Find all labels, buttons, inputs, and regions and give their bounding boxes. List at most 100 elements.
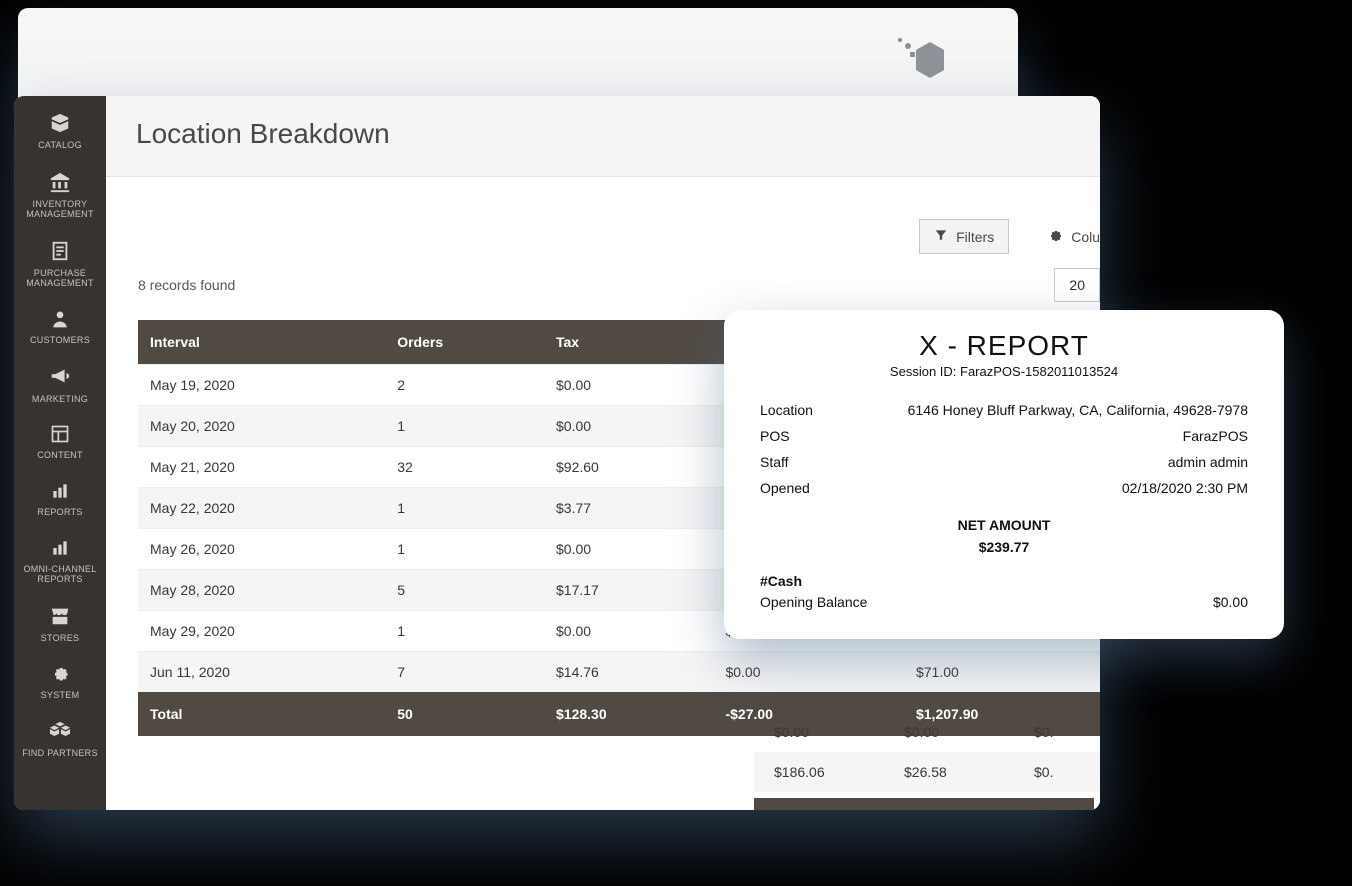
sidebar-item-find-partners[interactable]: FIND PARTNERS — [14, 712, 106, 769]
cell-value: $0.00 — [544, 406, 713, 447]
cell-value: 1 — [385, 406, 544, 447]
session-prefix: Session ID: — [890, 364, 960, 379]
cell-value: May 22, 2020 — [138, 488, 385, 529]
cell-value: $71.00 — [904, 652, 1100, 693]
receipt-value: FarazPOS — [1183, 428, 1248, 444]
cell-value: 1 — [385, 488, 544, 529]
col-tax[interactable]: Tax — [544, 320, 713, 365]
cell-value: $0.00 — [544, 365, 713, 406]
receipt-row: Location 6146 Honey Bluff Parkway, CA, Ca… — [760, 397, 1248, 423]
cash-section-label: #Cash — [760, 573, 1248, 589]
cell-value: $3.77 — [544, 488, 713, 529]
cell-value: $0. — [1014, 764, 1094, 780]
receipt-key: Staff — [760, 454, 789, 470]
filters-label: Filters — [956, 229, 994, 245]
cell-value: May 20, 2020 — [138, 406, 385, 447]
total-extra-2: $35.51 — [884, 798, 1014, 810]
cell-value: $17.17 — [544, 570, 713, 611]
receipt-row: POS FarazPOS — [760, 423, 1248, 449]
megaphone-icon — [16, 365, 104, 389]
person-icon — [16, 309, 104, 331]
brand-logo-icon — [878, 26, 958, 90]
sidebar-item-system[interactable]: SYSTEM — [14, 655, 106, 710]
funnel-icon — [934, 228, 948, 245]
col-interval[interactable]: Interval — [138, 320, 385, 365]
cell-value: $26.58 — [884, 764, 1014, 780]
cell-value: $0.00 — [544, 611, 713, 652]
table-row[interactable]: Jun 11, 20207$14.76$0.00$71.00 — [138, 652, 1100, 693]
sidebar-item-label: FIND PARTNERS — [16, 748, 104, 758]
cell-value: 5 — [385, 570, 544, 611]
receipt-value: admin admin — [1168, 454, 1248, 470]
cell-value: Jun 11, 2020 — [138, 652, 385, 693]
total-tax: $128.30 — [544, 692, 713, 736]
gear-icon — [1047, 227, 1063, 246]
receipt-session: Session ID: FarazPOS-1582011013524 — [760, 364, 1248, 379]
net-amount-value: $239.77 — [760, 539, 1248, 555]
sidebar-item-catalog[interactable]: CATALOG — [14, 104, 106, 161]
sidebar-item-content[interactable]: CONTENT — [14, 416, 106, 471]
cell-value: 2 — [385, 365, 544, 406]
cell-value: $14.76 — [544, 652, 713, 693]
sidebar-item-reports[interactable]: REPORTS — [14, 473, 106, 528]
admin-sidebar: CATALOG INVENTORY MANAGEMENT PURCHASE MA… — [14, 96, 106, 810]
total-orders: 50 — [385, 692, 544, 736]
sidebar-item-label: REPORTS — [16, 507, 104, 517]
bar-chart-icon — [16, 481, 104, 503]
background-card — [18, 8, 1018, 108]
cell-value: $0.00 — [713, 652, 904, 693]
session-id: FarazPOS-1582011013524 — [960, 364, 1118, 379]
sidebar-item-omnichannel-reports[interactable]: OMNI-CHANNEL REPORTS — [14, 530, 106, 595]
box-icon — [16, 112, 104, 136]
columns-label: Colu — [1071, 229, 1100, 245]
layout-icon — [16, 424, 104, 446]
columns-button[interactable]: Colu — [1033, 219, 1100, 254]
cell-value: May 28, 2020 — [138, 570, 385, 611]
sidebar-item-label: SYSTEM — [16, 690, 104, 700]
receipt-key: Opened — [760, 480, 810, 496]
cell-value: May 21, 2020 — [138, 447, 385, 488]
cubes-icon — [16, 720, 104, 744]
cell-value: 1 — [385, 529, 544, 570]
opening-balance-value: $0.00 — [1213, 594, 1248, 610]
sidebar-item-customers[interactable]: CUSTOMERS — [14, 301, 106, 356]
col-orders[interactable]: Orders — [385, 320, 544, 365]
cell-value: May 19, 2020 — [138, 365, 385, 406]
receipt-row: Staff admin admin — [760, 449, 1248, 475]
receipt-key: POS — [760, 428, 790, 444]
cell-value: 1 — [385, 611, 544, 652]
cell-value: $186.06 — [754, 764, 884, 780]
sidebar-item-purchase[interactable]: PURCHASE MANAGEMENT — [14, 232, 106, 299]
sidebar-item-label: PURCHASE MANAGEMENT — [16, 268, 104, 289]
records-count: 8 records found — [138, 277, 235, 293]
filters-button[interactable]: Filters — [919, 219, 1009, 254]
sidebar-item-label: CUSTOMERS — [16, 335, 104, 345]
page-title: Location Breakdown — [106, 96, 1100, 177]
sidebar-item-marketing[interactable]: MARKETING — [14, 357, 106, 414]
receipt-row: Opened 02/18/2020 2:30 PM — [760, 475, 1248, 501]
receipt-key: Location — [760, 402, 813, 418]
extra-totals-peek: $1,775.56 $35.51 $0. — [754, 798, 1100, 810]
sidebar-item-stores[interactable]: STORES — [14, 597, 106, 654]
sidebar-item-inventory[interactable]: INVENTORY MANAGEMENT — [14, 163, 106, 230]
cell-value: 32 — [385, 447, 544, 488]
cell-value: $92.60 — [544, 447, 713, 488]
cell-value: $0. — [1014, 724, 1094, 740]
sidebar-item-label: CATALOG — [16, 140, 104, 150]
total-extra-3: $0. — [1014, 798, 1094, 810]
sidebar-item-label: OMNI-CHANNEL REPORTS — [16, 564, 104, 585]
cell-value: May 29, 2020 — [138, 611, 385, 652]
receipt-value: 02/18/2020 2:30 PM — [1122, 480, 1248, 496]
page-size-select[interactable]: 20 — [1054, 268, 1100, 302]
cell-value: $0.00 — [754, 724, 884, 740]
receipt-value: 6146 Honey Bluff Parkway, CA, California… — [908, 402, 1248, 418]
cell-value: $0.00 — [884, 724, 1014, 740]
receipt-title: X - REPORT — [760, 330, 1248, 362]
store-icon — [16, 605, 104, 629]
sidebar-item-label: STORES — [16, 633, 104, 643]
document-icon — [16, 240, 104, 264]
x-report-receipt: X - REPORT Session ID: FarazPOS-15820110… — [724, 310, 1284, 639]
sidebar-item-label: INVENTORY MANAGEMENT — [16, 199, 104, 220]
total-extra-1: $1,775.56 — [754, 798, 884, 810]
gear-icon — [16, 663, 104, 685]
